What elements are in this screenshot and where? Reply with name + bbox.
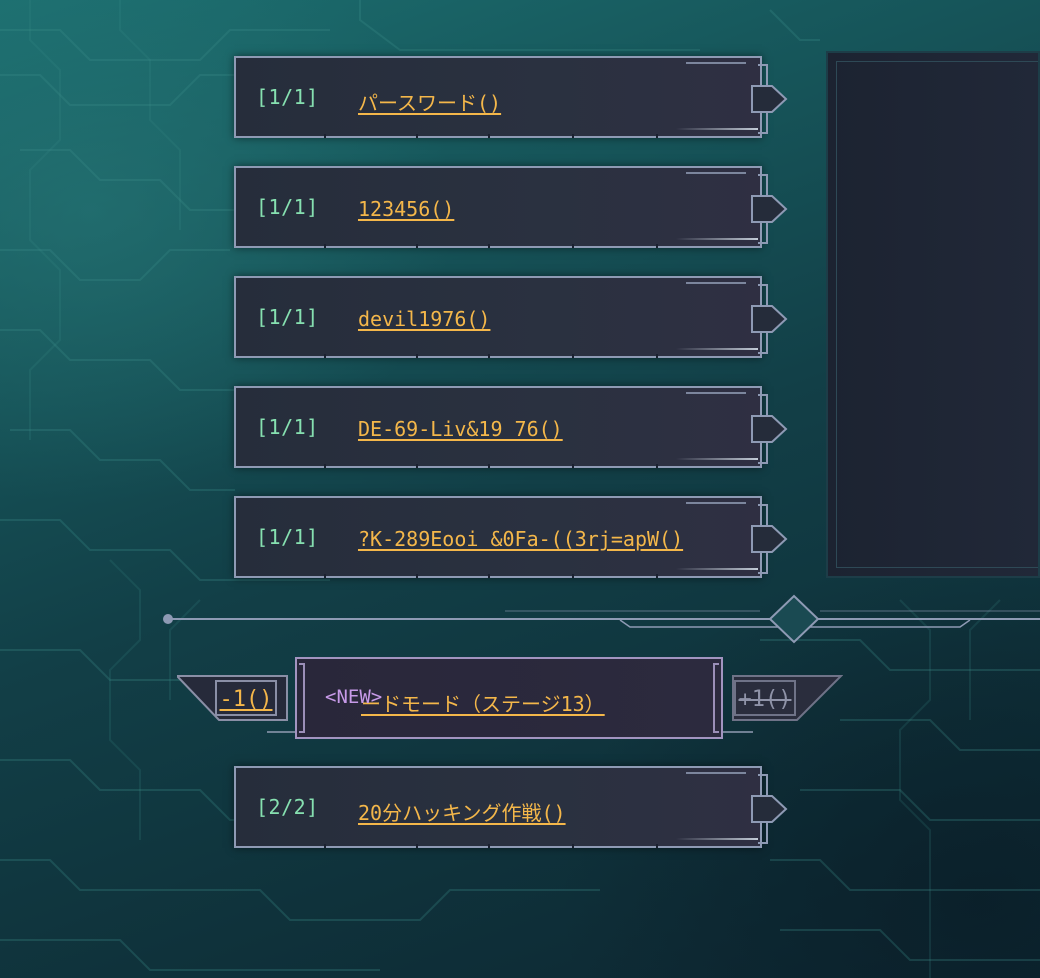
card-edge-notch (572, 354, 574, 358)
card-edge-notch (656, 844, 658, 848)
password-card[interactable]: [1/1] ?K-289Eooi_&0Fa-((3rj=apW() (234, 496, 788, 578)
password-card[interactable]: [1/1] DE-69-Liv&19_76() (234, 386, 788, 468)
card-edge-notch (488, 134, 490, 138)
password-title-link[interactable]: パースワード() (358, 87, 501, 116)
card-edge-notch (656, 354, 658, 358)
card-edge-notch (572, 464, 574, 468)
password-card[interactable]: [1/1] devil1976() (234, 276, 788, 358)
card-edge-notch (656, 464, 658, 468)
solved-count: [1/1] (256, 85, 319, 109)
mode-left-bracket (299, 663, 305, 733)
solved-count: [1/1] (256, 415, 319, 439)
card-edge-notch (488, 354, 490, 358)
card-edge-notch (416, 464, 418, 468)
card-edge-notch (324, 464, 326, 468)
mode-right-bracket (713, 663, 719, 733)
card-edge-notch (416, 354, 418, 358)
card-top-line (686, 172, 746, 174)
card-bottom-glow (676, 458, 758, 460)
card-top-line (686, 392, 746, 394)
solved-count: [1/1] (256, 195, 319, 219)
password-title-link[interactable]: DE-69-Liv&19_76() (358, 417, 563, 441)
card-edge-notch (324, 134, 326, 138)
card-edge-notch (416, 574, 418, 578)
arrow-right-icon[interactable] (748, 522, 792, 556)
card-edge-notch (324, 574, 326, 578)
card-edge-notch (572, 574, 574, 578)
increment-stage-button[interactable]: +1() (734, 680, 796, 716)
card-edge-notch (572, 244, 574, 248)
new-badge: <NEW> (325, 686, 383, 708)
card-edge-notch (324, 244, 326, 248)
card-edge-notch (656, 574, 658, 578)
card-edge-notch (416, 844, 418, 848)
decrement-stage-button[interactable]: -1() (215, 680, 277, 716)
card-edge-notch (656, 244, 658, 248)
card-bottom-glow (676, 128, 758, 130)
solved-count: [1/1] (256, 525, 319, 549)
detail-panel (826, 51, 1040, 578)
card-edge-notch (324, 354, 326, 358)
arrow-right-icon[interactable] (748, 82, 792, 116)
mode-title-link[interactable]: ードモード（ステージ13） (361, 688, 605, 717)
card-edge-notch (488, 244, 490, 248)
card-bottom-glow (676, 838, 758, 840)
card-edge-notch (416, 134, 418, 138)
card-edge-notch (656, 134, 658, 138)
arrow-right-icon[interactable] (748, 412, 792, 446)
card-edge-notch (488, 574, 490, 578)
section-divider (163, 594, 1040, 644)
password-title-link[interactable]: 123456() (358, 197, 454, 221)
card-bottom-glow (676, 238, 758, 240)
card-edge-notch (488, 844, 490, 848)
card-edge-notch (488, 464, 490, 468)
arrow-right-icon[interactable] (748, 302, 792, 336)
mission-card[interactable]: [2/2] 20分ハッキング作戦() (234, 766, 788, 848)
detail-panel-inner-frame (836, 61, 1038, 568)
card-bottom-glow (676, 348, 758, 350)
password-title-link[interactable]: devil1976() (358, 307, 490, 331)
card-edge-notch (572, 134, 574, 138)
password-title-link[interactable]: ?K-289Eooi_&0Fa-((3rj=apW() (358, 527, 683, 551)
solved-count: [1/1] (256, 305, 319, 329)
card-top-line (686, 502, 746, 504)
card-edge-notch (416, 244, 418, 248)
password-card[interactable]: [1/1] 123456() (234, 166, 788, 248)
password-card[interactable]: [1/1] パースワード() (234, 56, 788, 138)
mode-display[interactable]: ードモード（ステージ13） <NEW> (295, 657, 723, 739)
arrow-right-icon[interactable] (748, 192, 792, 226)
mission-title-link[interactable]: 20分ハッキング作戦() (358, 797, 566, 826)
card-edge-notch (324, 844, 326, 848)
card-edge-notch (572, 844, 574, 848)
card-top-line (686, 62, 746, 64)
card-top-line (686, 772, 746, 774)
arrow-right-icon[interactable] (748, 792, 792, 826)
card-bottom-glow (676, 568, 758, 570)
card-top-line (686, 282, 746, 284)
solved-count: [2/2] (256, 795, 319, 819)
